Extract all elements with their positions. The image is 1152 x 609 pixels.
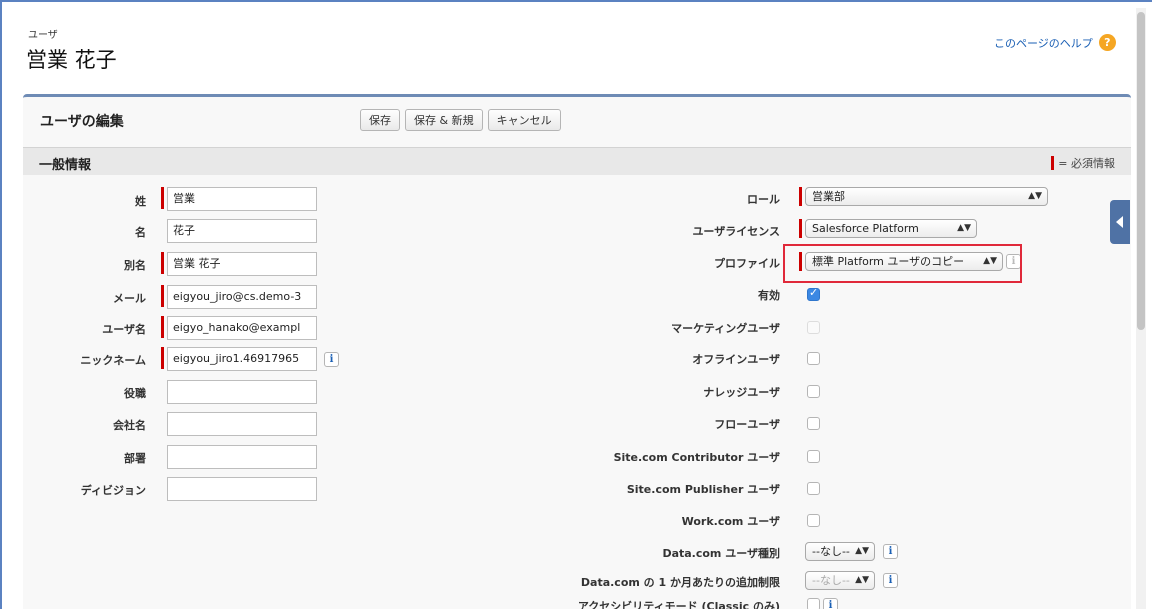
select-arrows-icon: ▲▼ bbox=[957, 223, 971, 233]
accessibility-mode-label: アクセシビリティモード (Classic のみ) bbox=[577, 600, 780, 609]
select-arrows-icon: ▲▼ bbox=[1028, 191, 1042, 201]
email-input[interactable]: eigyou_jiro@cs.demo-3 bbox=[167, 285, 317, 309]
nickname-input[interactable]: eigyou_jiro1.46917965 bbox=[167, 347, 317, 371]
first-name-input[interactable]: 花子 bbox=[167, 219, 317, 243]
section-title: 一般情報 bbox=[39, 158, 92, 173]
first-name-label: 名 bbox=[135, 226, 146, 239]
company-label: 会社名 bbox=[113, 419, 146, 432]
user-license-select[interactable]: Salesforce Platform ▲▼ bbox=[805, 219, 977, 238]
help-link[interactable]: このページのヘルプ ? bbox=[994, 34, 1116, 51]
offline-user-checkbox[interactable] bbox=[807, 352, 820, 365]
active-checkbox[interactable] bbox=[807, 286, 820, 301]
accessibility-mode-checkbox[interactable] bbox=[807, 598, 820, 609]
required-marker bbox=[161, 252, 164, 274]
save-and-new-button[interactable]: 保存 & 新規 bbox=[405, 109, 483, 131]
required-marker bbox=[161, 285, 164, 307]
username-label: ユーザ名 bbox=[102, 323, 146, 336]
window-left-border bbox=[0, 0, 2, 609]
question-mark-icon: ? bbox=[1098, 34, 1116, 51]
last-name-label: 姓 bbox=[135, 195, 146, 208]
company-input[interactable] bbox=[167, 412, 317, 436]
offline-user-label: オフラインユーザ bbox=[692, 353, 780, 366]
nickname-label: ニックネーム bbox=[80, 354, 146, 367]
required-marker bbox=[799, 187, 802, 206]
cancel-button[interactable]: キャンセル bbox=[487, 109, 561, 131]
site-contributor-checkbox[interactable] bbox=[807, 450, 820, 463]
alias-label: 別名 bbox=[124, 259, 146, 272]
profile-label: プロファイル bbox=[714, 257, 780, 270]
vertical-scrollbar[interactable] bbox=[1136, 8, 1146, 609]
panel-title: ユーザの編集 bbox=[40, 114, 124, 130]
required-marker bbox=[161, 187, 164, 209]
sidebar-collapse-toggle[interactable] bbox=[1110, 200, 1130, 244]
required-marker bbox=[161, 347, 164, 369]
save-button[interactable]: 保存 bbox=[360, 109, 400, 131]
knowledge-user-checkbox[interactable] bbox=[807, 385, 820, 398]
user-license-label: ユーザライセンス bbox=[692, 225, 780, 238]
datacom-type-value: --なし-- bbox=[812, 545, 850, 558]
role-select-value: 営業部 bbox=[812, 190, 845, 203]
flow-user-label: フローユーザ bbox=[714, 418, 780, 431]
datacom-limit-value: --なし-- bbox=[812, 574, 850, 587]
section-header-general: 一般情報 = 必須情報 bbox=[23, 147, 1131, 175]
button-bar: 保存 保存 & 新規 キャンセル bbox=[360, 109, 561, 131]
last-name-input[interactable]: 営業 bbox=[167, 187, 317, 211]
datacom-limit-label: Data.com の 1 か月あたりの追加制限 bbox=[580, 576, 780, 589]
window-top-border bbox=[0, 0, 1152, 2]
info-icon[interactable]: i bbox=[883, 573, 898, 588]
site-publisher-label: Site.com Publisher ユーザ bbox=[626, 483, 780, 496]
required-legend-text: = 必須情報 bbox=[1058, 157, 1115, 170]
department-input[interactable] bbox=[167, 445, 317, 469]
info-icon[interactable]: i bbox=[883, 544, 898, 559]
datacom-type-label: Data.com ユーザ種別 bbox=[662, 547, 780, 560]
profile-highlight-box bbox=[783, 244, 1022, 283]
scrollbar-thumb[interactable] bbox=[1137, 12, 1145, 330]
role-label: ロール bbox=[747, 193, 780, 206]
division-input[interactable] bbox=[167, 477, 317, 501]
marketing-user-label: マーケティングユーザ bbox=[671, 322, 780, 335]
knowledge-user-label: ナレッジユーザ bbox=[703, 386, 780, 399]
datacom-limit-select[interactable]: --なし-- ▲▼ bbox=[805, 571, 875, 590]
work-user-label: Work.com ユーザ bbox=[681, 515, 780, 528]
page-title: 営業 花子 bbox=[26, 48, 117, 72]
required-legend: = 必須情報 bbox=[1051, 155, 1115, 171]
alias-input[interactable]: 営業 花子 bbox=[167, 252, 317, 276]
flow-user-checkbox[interactable] bbox=[807, 417, 820, 430]
info-icon[interactable]: i bbox=[823, 598, 838, 609]
datacom-type-select[interactable]: --なし-- ▲▼ bbox=[805, 542, 875, 561]
role-select[interactable]: 営業部 ▲▼ bbox=[805, 187, 1048, 206]
email-label: メール bbox=[113, 292, 146, 305]
help-link-label: このページのヘルプ bbox=[994, 36, 1093, 50]
info-icon[interactable]: i bbox=[324, 352, 339, 367]
active-label: 有効 bbox=[758, 289, 780, 302]
title-input[interactable] bbox=[167, 380, 317, 404]
department-label: 部署 bbox=[124, 452, 146, 465]
marketing-user-checkbox[interactable] bbox=[807, 321, 820, 334]
object-type-label: ユーザ bbox=[28, 30, 58, 41]
required-marker bbox=[161, 316, 164, 338]
site-publisher-checkbox[interactable] bbox=[807, 482, 820, 495]
required-marker bbox=[1051, 156, 1055, 170]
select-arrows-icon: ▲▼ bbox=[855, 575, 869, 585]
work-user-checkbox[interactable] bbox=[807, 514, 820, 527]
required-marker bbox=[799, 219, 802, 238]
select-arrows-icon: ▲▼ bbox=[855, 546, 869, 556]
username-input[interactable]: eigyo_hanako@exampl bbox=[167, 316, 317, 340]
title-label: 役職 bbox=[124, 387, 146, 400]
site-contributor-label: Site.com Contributor ユーザ bbox=[613, 451, 780, 464]
division-label: ディビジョン bbox=[80, 484, 146, 497]
user-license-value: Salesforce Platform bbox=[812, 222, 919, 235]
